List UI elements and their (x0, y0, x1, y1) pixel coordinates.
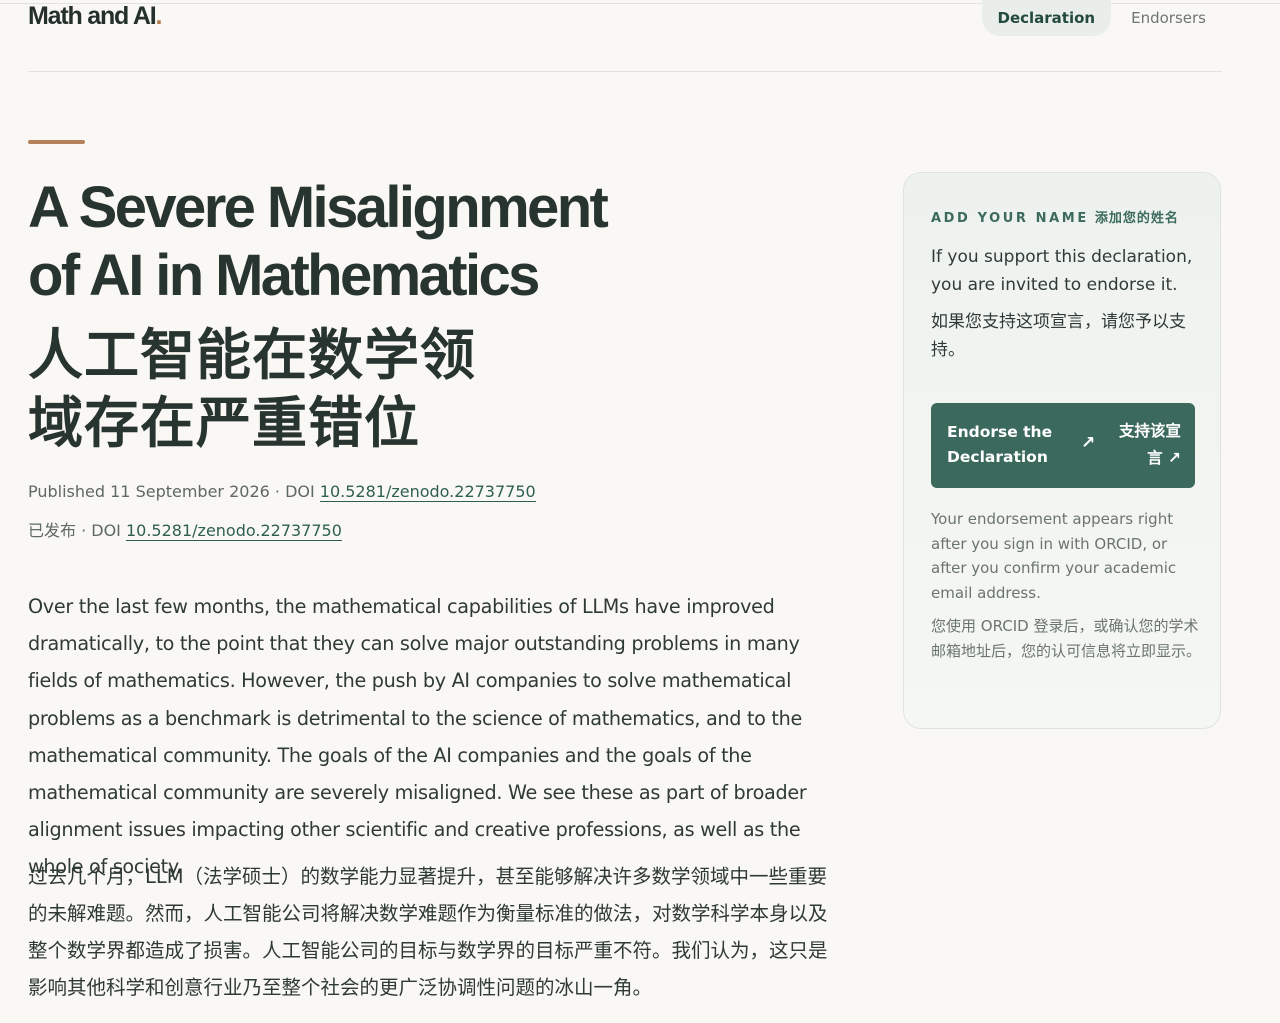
endorse-button-label-en: Endorse the Declaration (947, 423, 1053, 466)
external-arrow-icon-zh: ↗ (1168, 449, 1181, 467)
card-kicker: ADD YOUR NAME 添加您的姓名 (931, 207, 1179, 226)
meta-published-text: Published 11 September 2026 · DOI (28, 482, 320, 501)
card-note-en: Your endorsement appears right after you… (931, 510, 1177, 602)
card-intro-en: If you support this declaration, you are… (931, 247, 1193, 295)
nav-endorsers[interactable]: Endorsers (1115, 0, 1222, 36)
logo-dot: . (155, 2, 163, 30)
header-divider (28, 71, 1222, 72)
doi-link-en[interactable]: 10.5281/zenodo.22737750 (319, 482, 536, 502)
endorse-button[interactable]: Endorse the Declaration ↗ 支持该宣言 ↗ (931, 403, 1195, 488)
doi-link-zh[interactable]: 10.5281/zenodo.22737750 (125, 521, 342, 541)
site-logo[interactable]: Math and AI. (28, 2, 163, 31)
page-title-zh: 人工智能在数学领域存在严重错位 (28, 323, 477, 455)
card-intro-zh: 如果您支持这项宣言，请您予以支持。 (931, 312, 1186, 360)
card-kicker-zh: 添加您的姓名 (1094, 211, 1179, 226)
external-arrow-icon: ↗ (1081, 433, 1096, 453)
card-kicker-en: ADD YOUR NAME (931, 211, 1089, 226)
publication-meta-en: Published 11 September 2026 · DOI 10.528… (28, 482, 536, 502)
card-note-zh: 您使用 ORCID 登录后，或确认您的学术邮箱地址后，您的认可信息将立即显示。 (931, 617, 1202, 660)
main-nav: Declaration Endorsers (978, 0, 1223, 36)
nav-declaration[interactable]: Declaration (981, 0, 1112, 36)
body-paragraph-zh: 过去几个月，LLM（法学硕士）的数学能力显著提升，甚至能够解决许多数学领域中一些… (28, 865, 828, 999)
endorse-card: ADD YOUR NAME 添加您的姓名 If you support this … (903, 172, 1221, 729)
accent-bar (28, 140, 85, 144)
page-title-en: A Severe Misalignment of AI in Mathemati… (28, 175, 609, 308)
publication-meta-zh: 已发布 · DOI 10.5281/zenodo.22737750 (28, 517, 342, 541)
meta-published-text-zh: 已发布 · DOI (28, 521, 126, 540)
logo-text: Math and AI (28, 2, 157, 30)
endorse-button-label-zh: 支持该宣言 ↗ (1107, 418, 1181, 472)
body-paragraph-en: Over the last few months, the mathematic… (28, 595, 807, 879)
